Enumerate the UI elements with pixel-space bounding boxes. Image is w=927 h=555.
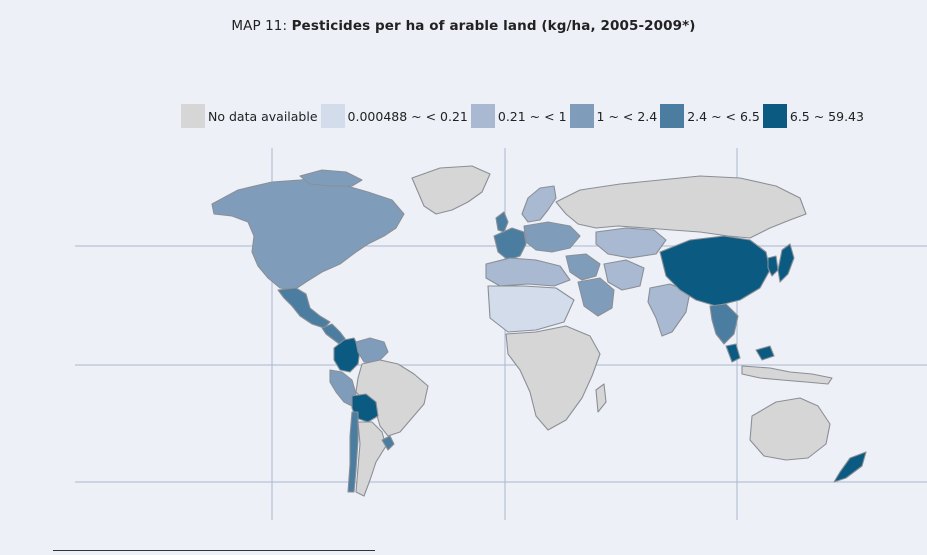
map-region-kazakhstan	[595, 227, 667, 259]
map-region-middle-east	[565, 253, 601, 281]
map-region-argentina	[355, 421, 387, 497]
legend-label-class-4: 2.4 ~ < 6.5	[687, 108, 760, 124]
map-title: MAP 11: Pesticides per ha of arable land…	[0, 18, 927, 34]
map-title-main: Pesticides per ha of arable land (kg/ha,…	[291, 18, 696, 34]
map-region-indonesia	[741, 365, 833, 385]
legend-item-class-2: 0.21 ~ < 1	[470, 104, 567, 128]
legend-swatch-class-2	[470, 104, 495, 128]
map-region-western-europe	[493, 227, 527, 261]
map-region-north-america	[211, 177, 405, 291]
map-region-greenland	[411, 165, 491, 215]
map-region-sahara	[487, 285, 575, 333]
map-region-scandinavia	[521, 185, 557, 223]
legend-item-class-5: 6.5 ~ 59.43	[762, 104, 864, 128]
legend-item-class-3: 1 ~ < 2.4	[569, 104, 658, 128]
map-region-western-europe	[495, 211, 509, 233]
legend-label-class-5: 6.5 ~ 59.43	[789, 108, 864, 124]
map-region-korea	[767, 255, 779, 277]
map-region-iran	[603, 259, 645, 291]
legend-label-class-3: 1 ~ < 2.4	[596, 108, 658, 124]
map-region-australia	[749, 397, 831, 461]
world-map	[0, 140, 927, 530]
legend-label-class-2: 0.21 ~ < 1	[497, 108, 567, 124]
legend-label-no-data: No data available	[208, 108, 318, 124]
map-region-malaysia	[725, 343, 741, 363]
legend-item-class-4: 2.4 ~ < 6.5	[660, 104, 760, 128]
map-region-north-africa	[485, 257, 571, 287]
legend-swatch-class-5	[762, 104, 787, 128]
map-region-russia	[555, 175, 807, 239]
map-legend: No data available 0.000488 ~ < 0.21 0.21…	[181, 104, 867, 128]
map-region-venezuela	[355, 337, 389, 363]
map-region-southeast-asia	[709, 303, 739, 345]
map-region-new-zealand	[833, 451, 867, 483]
legend-swatch-class-3	[569, 104, 594, 128]
map-region-central-europe	[523, 221, 581, 253]
map-region-sub-saharan-africa	[505, 325, 601, 431]
legend-item-no-data: No data available	[181, 104, 318, 128]
map-region-saudi-arabia	[577, 277, 615, 317]
map-region-north-america	[299, 169, 363, 187]
world-map-svg	[75, 148, 927, 520]
legend-item-class-1: 0.000488 ~ < 0.21	[320, 104, 468, 128]
legend-label-class-1: 0.000488 ~ < 0.21	[347, 108, 468, 124]
map-region-mexico	[277, 287, 331, 329]
footnote-divider	[53, 550, 375, 551]
legend-swatch-class-1	[320, 104, 345, 128]
map-region-japan	[777, 243, 795, 283]
map-title-prefix: MAP 11:	[231, 18, 288, 34]
map-region-malaysia	[755, 345, 775, 361]
map-region-sub-saharan-africa	[595, 383, 607, 413]
legend-swatch-class-4	[660, 104, 685, 128]
legend-swatch-no-data	[181, 104, 205, 128]
